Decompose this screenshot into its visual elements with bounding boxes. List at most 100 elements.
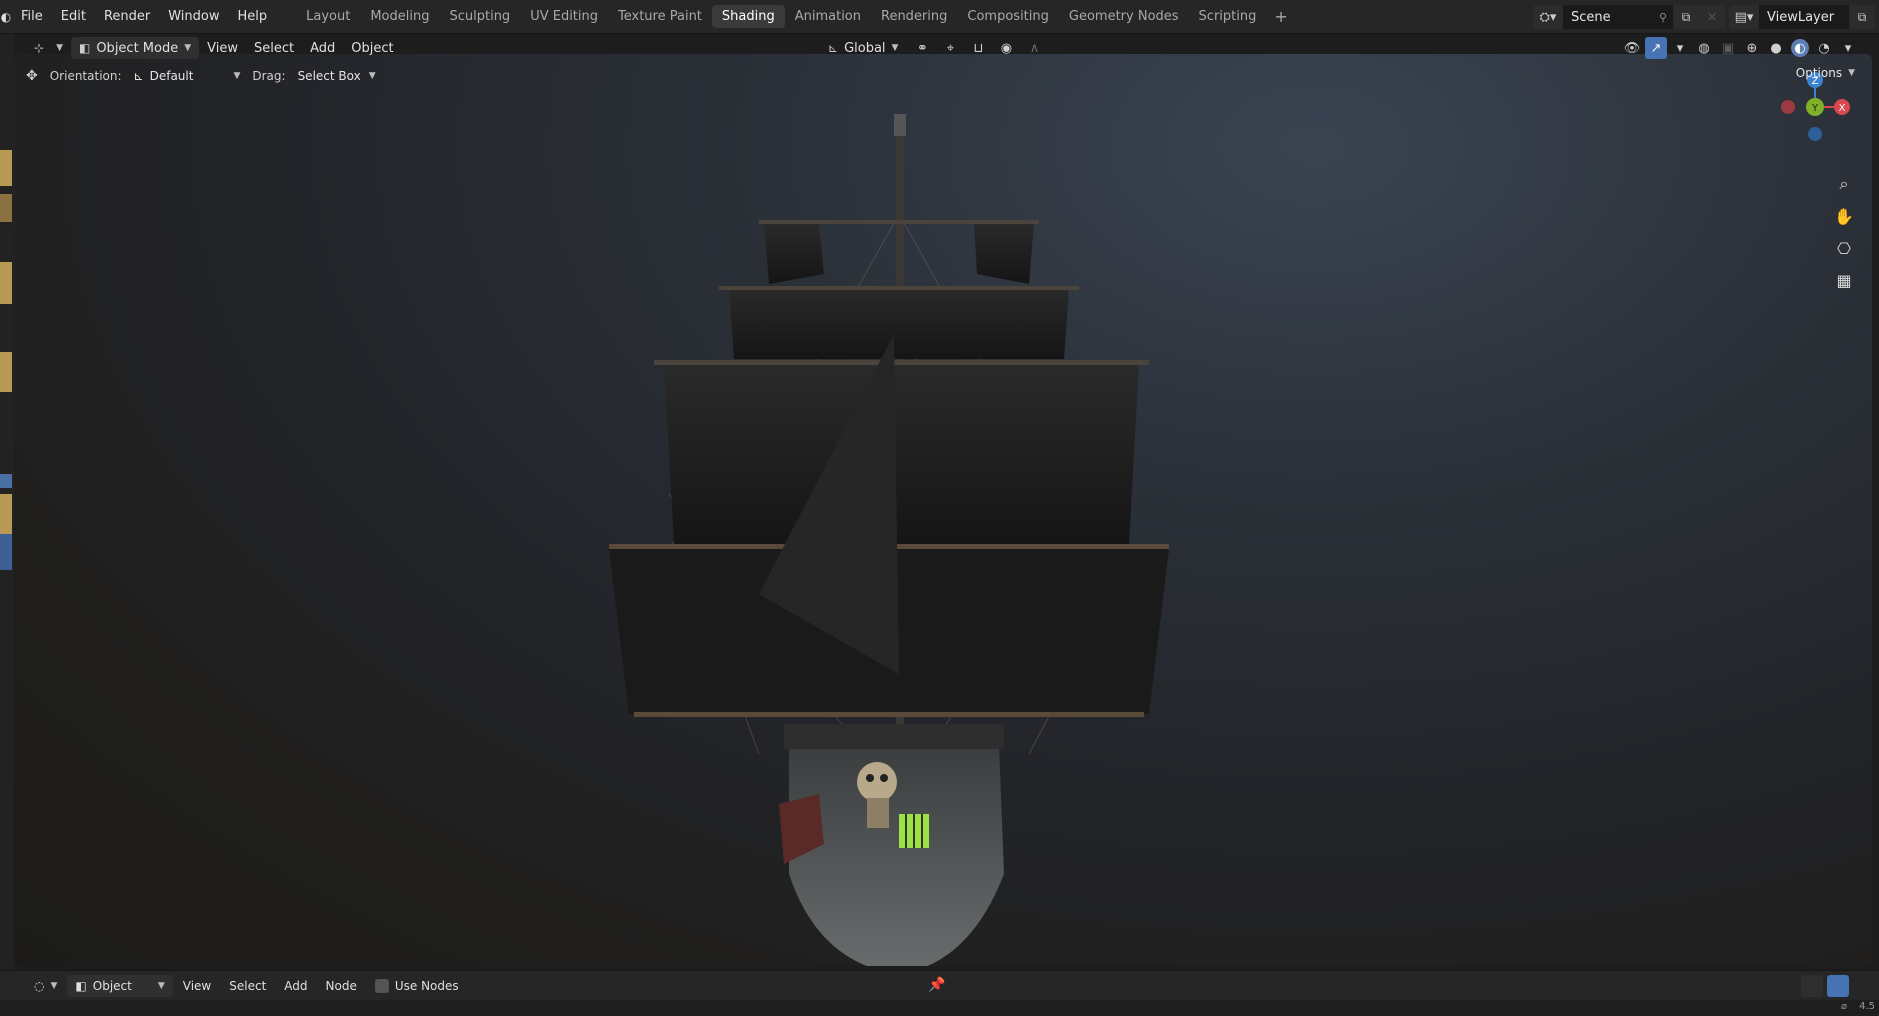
menu-select[interactable]: Select <box>246 37 302 59</box>
menu-object[interactable]: Object <box>343 37 401 59</box>
menu-add[interactable]: Add <box>276 975 315 997</box>
swatch <box>0 150 12 186</box>
overlay-toggle-icon[interactable] <box>1801 975 1823 997</box>
tab-rendering[interactable]: Rendering <box>871 5 957 28</box>
menu-view[interactable]: View <box>175 975 219 997</box>
main-menu: File Edit Render Window Help <box>12 0 276 33</box>
chevron-down-icon: ▼ <box>1848 68 1855 78</box>
tab-shading[interactable]: Shading <box>711 5 785 28</box>
tab-sculpting[interactable]: Sculpting <box>439 5 520 28</box>
menu-edit[interactable]: Edit <box>52 0 95 34</box>
drag-dropdown[interactable]: Select Box ▼ <box>292 65 382 87</box>
zoom-icon[interactable]: ⌕ <box>1832 172 1856 196</box>
orientation-value: Default <box>149 69 194 83</box>
swatch <box>0 494 12 534</box>
shader-editor-header: ◌ ▼ ◧ Object ▼ View Select Add Node Use N… <box>0 970 1879 1000</box>
tab-layout[interactable]: Layout <box>296 5 360 28</box>
menu-help[interactable]: Help <box>229 0 277 34</box>
drag-value: Select Box <box>297 69 361 83</box>
shader-editor-icon: ◌ <box>34 978 45 993</box>
mode-dropdown[interactable]: ◧ Object Mode ▼ <box>70 37 200 59</box>
scene-browse-icon[interactable]: ⛭▾ <box>1533 5 1563 29</box>
snap-target-icon[interactable]: ⊔ <box>966 37 990 59</box>
wireframe-shading-icon[interactable]: ⊕ <box>1741 37 1763 59</box>
swatch <box>0 262 12 304</box>
view-layer-selector: ▤▾ ViewLayer ⧉ <box>1729 5 1875 29</box>
transform-tools: ⊾ Global ▼ ⚭ ⌖ ⊔ ◉ ∧ <box>820 37 1046 59</box>
tab-modeling[interactable]: Modeling <box>360 5 439 28</box>
gizmo-y-label: Y <box>1811 103 1819 114</box>
gizmo-toggle-icon[interactable]: ↗ <box>1645 37 1667 59</box>
menu-file[interactable]: File <box>12 0 52 34</box>
tab-animation[interactable]: Animation <box>785 5 871 28</box>
tab-texture-paint[interactable]: Texture Paint <box>608 5 712 28</box>
tab-scripting[interactable]: Scripting <box>1189 5 1267 28</box>
options-label: Options <box>1795 66 1843 80</box>
options-dropdown[interactable]: Options ▼ <box>1792 62 1859 84</box>
pin-icon[interactable]: 📌 <box>928 977 945 993</box>
new-scene-icon[interactable]: ⧉ <box>1673 5 1699 29</box>
backdrop-toggle-icon[interactable] <box>1827 975 1849 997</box>
transform-orientation-label: Global <box>844 40 886 56</box>
menu-window[interactable]: Window <box>159 0 228 34</box>
chevron-down-icon[interactable]: ▾ <box>1669 37 1691 59</box>
new-view-layer-icon[interactable]: ⧉ <box>1849 5 1875 29</box>
pin-icon[interactable]: ⚲ <box>1659 11 1667 24</box>
overlays-icon[interactable]: ◍ <box>1693 37 1715 59</box>
camera-view-icon[interactable]: ⎔ <box>1832 236 1856 260</box>
view-layer-browse-icon[interactable]: ▤▾ <box>1729 5 1759 29</box>
transform-orientation-dropdown[interactable]: ⊾ Global ▼ <box>820 37 906 59</box>
use-nodes-checkbox[interactable] <box>374 978 389 993</box>
rendered-shading-icon[interactable]: ◔ <box>1813 37 1835 59</box>
gizmo-neg-x-axis[interactable] <box>1781 100 1795 114</box>
3d-viewport[interactable]: Z X Y ⌕ ✋ ⎔ ▦ <box>14 54 1872 966</box>
use-nodes-label: Use Nodes <box>394 978 459 993</box>
shader-type-label: Object <box>92 978 132 993</box>
menu-render[interactable]: Render <box>95 0 159 34</box>
proportional-edit-icon[interactable]: ◉ <box>994 37 1018 59</box>
material-preview-shading-icon[interactable]: ◐ <box>1791 39 1809 57</box>
chevron-down-icon: ▼ <box>233 71 241 81</box>
snap-icon[interactable]: ⌖ <box>938 37 962 59</box>
viewport-display-tools: 👁 ↗ ▾ ◍ ▣ ⊕ ● ◐ ◔ ▾ <box>1621 37 1859 59</box>
gizmo-neg-z-axis[interactable] <box>1808 127 1822 141</box>
chevron-down-icon[interactable]: ▾ <box>1837 37 1859 59</box>
swatch <box>0 534 12 570</box>
pirate-ship-model <box>609 114 1169 966</box>
perspective-toggle-icon[interactable]: ▦ <box>1832 268 1856 292</box>
use-nodes-toggle[interactable]: Use Nodes <box>367 975 467 997</box>
tab-uv-editing[interactable]: UV Editing <box>520 5 608 28</box>
falloff-icon[interactable]: ∧ <box>1022 37 1046 59</box>
move-tool-icon[interactable]: ✥ <box>26 68 38 84</box>
pivot-point-icon[interactable]: ⚭ <box>910 37 934 59</box>
add-workspace-button[interactable]: + <box>1266 7 1295 26</box>
delete-scene-icon[interactable]: ✕ <box>1699 5 1725 29</box>
top-bar: ◐ File Edit Render Window Help Layout Mo… <box>0 0 1879 34</box>
menu-add[interactable]: Add <box>302 37 343 59</box>
orientation-dropdown[interactable]: ⊾ Default ▼ <box>128 65 247 87</box>
chevron-down-icon: ▼ <box>56 43 63 53</box>
shader-type-dropdown[interactable]: ◧ Object ▼ <box>67 974 173 997</box>
scene-name-field[interactable]: Scene ⚲ <box>1563 5 1673 29</box>
editor-type-button[interactable]: ◌ ▼ <box>26 975 65 997</box>
visibility-icon[interactable]: 👁 <box>1621 37 1643 59</box>
orientation-label: Orientation: <box>49 69 122 83</box>
blender-logo-icon[interactable]: ◐ <box>0 0 12 34</box>
shader-header-right <box>1801 975 1849 997</box>
editor-type-button[interactable]: ⊹ ▼ <box>26 37 71 59</box>
menu-view[interactable]: View <box>199 37 246 59</box>
workspace-tabs: Layout Modeling Sculpting UV Editing Tex… <box>296 0 1296 33</box>
tab-compositing[interactable]: Compositing <box>957 5 1059 28</box>
solid-shading-icon[interactable]: ● <box>1765 37 1787 59</box>
orientation-axes-icon: ⊾ <box>828 41 839 55</box>
tab-geometry-nodes[interactable]: Geometry Nodes <box>1059 5 1189 28</box>
scene-selector: ⛭▾ Scene ⚲ ⧉ ✕ <box>1533 5 1725 29</box>
object-icon: ◧ <box>75 978 87 993</box>
view-layer-name-field[interactable]: ViewLayer <box>1759 5 1849 29</box>
xray-icon[interactable]: ▣ <box>1717 37 1739 59</box>
status-bar: ⌀ 4.5 <box>0 1000 1879 1016</box>
blender-window: ◐ File Edit Render Window Help Layout Mo… <box>0 0 1879 1016</box>
menu-node[interactable]: Node <box>318 975 365 997</box>
menu-select[interactable]: Select <box>221 975 274 997</box>
pan-hand-icon[interactable]: ✋ <box>1832 204 1856 228</box>
